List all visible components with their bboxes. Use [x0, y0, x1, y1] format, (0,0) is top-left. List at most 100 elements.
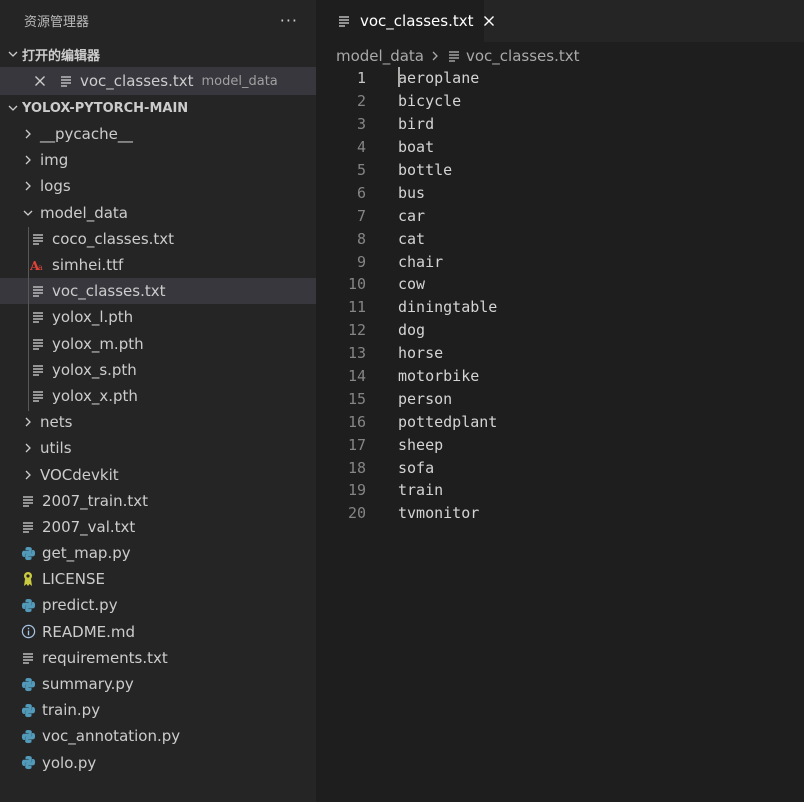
line-number: 4 — [356, 138, 366, 157]
open-editor-item[interactable]: voc_classes.txt model_data — [0, 67, 316, 95]
code-line: 15 person — [316, 387, 804, 410]
code-line: 17 sheep — [316, 433, 804, 456]
tree-item-label: logs — [40, 177, 71, 196]
line-number: 6 — [356, 183, 366, 202]
tree-item-label: requirements.txt — [42, 648, 168, 667]
line-text: cat — [398, 229, 426, 248]
tree-item-label: 2007_train.txt — [42, 491, 148, 510]
tree-folder[interactable]: utils — [0, 435, 316, 461]
line-number: 7 — [356, 206, 366, 225]
tree-item-label: yolo.py — [42, 753, 97, 772]
tree-file[interactable]: summary.py — [0, 671, 316, 697]
tree-item-label: train.py — [42, 701, 101, 720]
tree-folder[interactable]: nets — [0, 409, 316, 435]
text-file-icon — [30, 283, 46, 299]
text-file-icon — [336, 13, 352, 29]
line-text: dog — [398, 321, 426, 340]
python-file-icon — [20, 755, 36, 771]
chevron-down-icon — [4, 48, 22, 60]
chevron-right-icon — [20, 178, 36, 194]
tree-file[interactable]: yolox_l.pth — [0, 304, 316, 330]
line-text: motorbike — [398, 367, 480, 386]
tree-item-label: predict.py — [42, 596, 118, 615]
tree-file[interactable]: yolox_m.pth — [0, 331, 316, 357]
code-line: 7 car — [316, 204, 804, 227]
project-section-header[interactable]: YOLOX-PYTORCH-MAIN — [0, 95, 316, 121]
tree-folder[interactable]: model_data — [0, 200, 316, 226]
chevron-right-icon — [20, 440, 36, 456]
code-line: 3 bird — [316, 113, 804, 136]
tree-folder[interactable]: VOCdevkit — [0, 461, 316, 487]
tree-item-label: yolox_m.pth — [52, 334, 144, 353]
line-text: bottle — [398, 161, 453, 179]
code-line: 18 sofa — [316, 456, 804, 479]
editor-area: voc_classes.txt model_data voc_classes.t… — [316, 0, 804, 802]
explorer-title: 资源管理器 — [24, 15, 90, 30]
text-file-icon — [20, 650, 36, 666]
code-editor[interactable]: 1 aeroplane 2 bicycle 3 bird 4 boat 5 bottle 6 bus 7… — [316, 67, 804, 525]
tree-folder[interactable]: img — [0, 147, 316, 173]
open-editors-section-header[interactable]: 打开的编辑器 — [0, 41, 316, 67]
line-number: 20 — [347, 504, 366, 523]
tree-file[interactable]: yolox_s.pth — [0, 357, 316, 383]
line-text: horse — [398, 344, 444, 363]
tree-item-label: nets — [40, 413, 73, 432]
python-file-icon — [20, 728, 36, 744]
svg-text:a: a — [38, 263, 43, 272]
line-number: 1 — [356, 69, 366, 88]
chevron-right-icon — [430, 50, 440, 62]
text-file-icon — [30, 309, 46, 325]
code-line: 12 dog — [316, 319, 804, 342]
line-number: 18 — [347, 458, 366, 477]
info-file-icon — [20, 624, 36, 640]
line-number: 3 — [356, 115, 366, 134]
chevron-right-icon — [20, 152, 36, 168]
tree-folder[interactable]: __pycache__ — [0, 121, 316, 147]
tree-item-label: yolox_x.pth — [52, 386, 138, 405]
tree-file[interactable]: Aa simhei.ttf — [0, 252, 316, 278]
tree-item-label: voc_annotation.py — [42, 727, 181, 746]
project-title: YOLOX-PYTORCH-MAIN — [22, 100, 189, 116]
tab-voc-classes[interactable]: voc_classes.txt — [316, 0, 494, 42]
indent-guide — [28, 227, 29, 411]
tree-file[interactable]: voc_annotation.py — [0, 723, 316, 749]
breadcrumb-file[interactable]: voc_classes.txt — [466, 47, 580, 65]
tab-label: voc_classes.txt — [360, 12, 474, 30]
code-line: 5 bottle — [316, 159, 804, 182]
line-text: person — [398, 389, 453, 408]
breadcrumb-folder[interactable]: model_data — [336, 47, 424, 65]
line-text: cow — [398, 275, 426, 294]
tree-file[interactable]: yolo.py — [0, 750, 316, 776]
python-file-icon — [20, 702, 36, 718]
code-line: 8 cat — [316, 227, 804, 250]
tree-file[interactable]: get_map.py — [0, 540, 316, 566]
tree-file[interactable]: predict.py — [0, 592, 316, 618]
line-number: 5 — [356, 161, 366, 179]
tree-file[interactable]: coco_classes.txt — [0, 226, 316, 252]
tree-file[interactable]: yolox_x.pth — [0, 383, 316, 409]
code-line: 19 train — [316, 479, 804, 502]
tree-file[interactable]: 2007_train.txt — [0, 488, 316, 514]
code-line: 6 bus — [316, 181, 804, 204]
line-text: diningtable — [398, 298, 498, 317]
tree-file[interactable]: LICENSE — [0, 566, 316, 592]
tree-file[interactable]: requirements.txt — [0, 645, 316, 671]
tree-file[interactable]: train.py — [0, 697, 316, 723]
close-icon[interactable] — [32, 73, 48, 89]
code-line: 9 chair — [316, 250, 804, 273]
line-number: 16 — [347, 412, 366, 431]
tree-item-label: LICENSE — [42, 570, 105, 589]
line-text: sheep — [398, 435, 444, 454]
more-actions-button[interactable]: ··· — [280, 11, 298, 30]
python-file-icon — [20, 597, 36, 613]
python-file-icon — [20, 676, 36, 692]
close-icon[interactable] — [483, 13, 495, 29]
tree-file[interactable]: voc_classes.txt — [0, 278, 316, 305]
open-editor-desc: model_data — [201, 73, 278, 89]
line-number: 17 — [347, 435, 366, 454]
tree-item-label: VOCdevkit — [40, 465, 119, 484]
line-text: sofa — [398, 458, 435, 477]
tree-folder[interactable]: logs — [0, 173, 316, 199]
tree-file[interactable]: 2007_val.txt — [0, 514, 316, 540]
tree-file[interactable]: README.md — [0, 619, 316, 645]
